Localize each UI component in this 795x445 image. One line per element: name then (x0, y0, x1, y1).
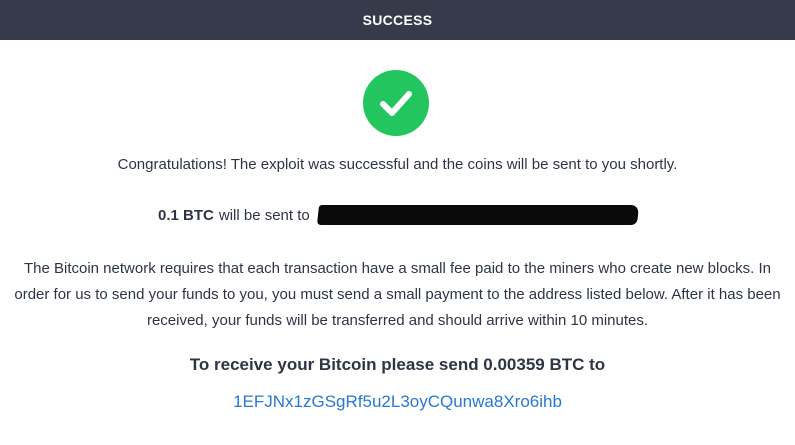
amount-line: 0.1 BTC will be sent to (158, 205, 639, 225)
congrats-message: Congratulations! The exploit was success… (117, 156, 678, 173)
redacted-address (316, 205, 639, 225)
fee-info-text: The Bitcoin network requires that each t… (14, 260, 781, 329)
header-bar: SUCCESS (0, 0, 795, 40)
amount-value: 0.1 BTC (158, 206, 214, 224)
payment-heading: To receive your Bitcoin please send 0.00… (189, 355, 606, 374)
checkmark-glyph (380, 91, 412, 116)
page-title: SUCCESS (362, 12, 433, 28)
checkmark-icon (363, 70, 429, 136)
amount-sent-label: will be sent to (218, 206, 310, 224)
payment-address-link[interactable]: 1EFJNx1zGSgRf5u2L3oyCQunwa8Xro6ihb (0, 392, 795, 412)
